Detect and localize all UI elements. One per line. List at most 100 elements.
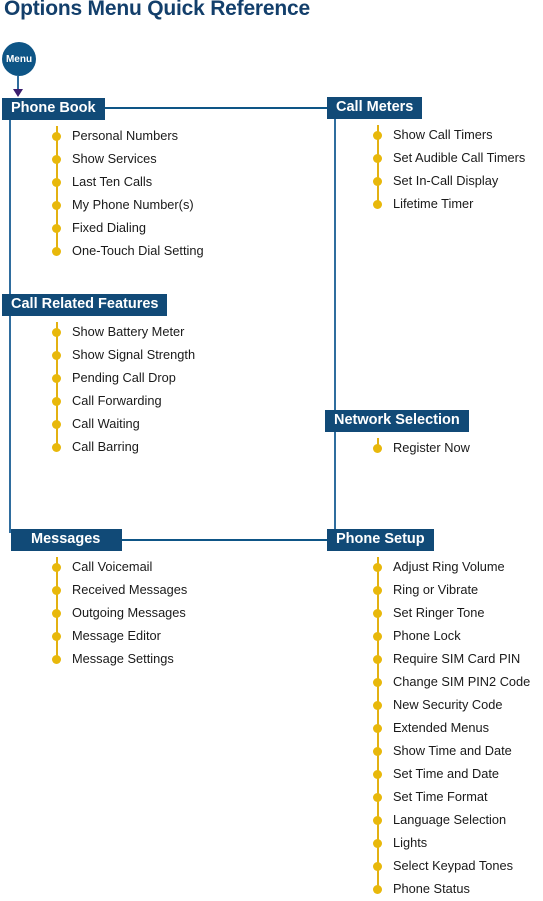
list-item-label: Show Call Timers [393,127,493,142]
list-item-label: Set Time Format [393,789,488,804]
bullet-icon [52,373,61,383]
list-item[interactable]: Received Messages [52,578,188,601]
bullet-icon [373,199,382,209]
section-phone-book: Phone Book Personal Numbers Show Service… [2,98,204,262]
list-item[interactable]: Call Barring [52,435,195,458]
list-item-label: Received Messages [72,582,188,597]
list-item[interactable]: Require SIM Card PIN [373,647,530,670]
list-item[interactable]: Call Waiting [52,412,195,435]
section-header-call-related-features[interactable]: Call Related Features [2,294,168,316]
bullet-icon [373,815,382,825]
list-item-label: Outgoing Messages [72,605,186,620]
list-item[interactable]: Message Editor [52,624,187,647]
list-item-label: Show Signal Strength [72,347,196,362]
list-item[interactable]: Show Call Timers [373,123,525,146]
bullet-icon [52,396,61,406]
list-item[interactable]: Lifetime Timer [373,192,525,215]
list-item-label: My Phone Number(s) [72,197,194,212]
bullet-icon [373,861,382,871]
list-item[interactable]: Lights [373,831,530,854]
list-item[interactable]: My Phone Number(s) [52,193,204,216]
bullet-icon [373,608,382,618]
list-item-label: Set In-Call Display [393,173,499,188]
list-item-label: Ring or Vibrate [393,582,479,597]
list-item-label: Lifetime Timer [393,196,474,211]
list-item[interactable]: Show Battery Meter [52,320,195,343]
item-list-network-selection: Register Now [373,436,470,459]
list-item[interactable]: Register Now [373,436,470,459]
list-item[interactable]: Set Time and Date [373,762,530,785]
list-item-label: Personal Numbers [72,128,178,143]
list-item-label: Language Selection [393,812,507,827]
list-item[interactable]: Phone Status [373,877,530,900]
list-item-label: Lights [393,835,428,850]
list-item-label: Set Audible Call Timers [393,150,526,165]
list-item[interactable]: Set Time Format [373,785,530,808]
bullet-icon [373,176,382,186]
list-item[interactable]: Adjust Ring Volume [373,555,530,578]
list-item[interactable]: Message Settings [52,647,187,670]
list-item-label: Adjust Ring Volume [393,559,505,574]
bullet-icon [373,585,382,595]
bullet-icon [373,153,382,163]
item-list-call-related-features: Show Battery Meter Show Signal Strength … [52,320,196,458]
list-item-label: Call Forwarding [72,393,162,408]
item-list-phone-book: Personal Numbers Show Services Last Ten … [52,124,204,262]
section-messages: Messages Call Voicemail Received Message… [11,529,187,670]
bullet-icon [52,223,61,233]
list-item-label: Call Barring [72,439,139,454]
section-phone-setup: Phone Setup Adjust Ring Volume Ring or V… [327,529,530,900]
list-item[interactable]: New Security Code [373,693,530,716]
section-call-related-features: Call Related Features Show Battery Meter… [2,294,195,458]
bullet-icon [373,130,382,140]
list-item[interactable]: Personal Numbers [52,124,204,147]
list-item[interactable]: Ring or Vibrate [373,578,530,601]
section-header-phone-book[interactable]: Phone Book [2,98,105,120]
list-item-label: Select Keypad Tones [393,858,513,873]
list-item-label: Call Waiting [72,416,140,431]
list-item-label: Phone Status [393,881,470,896]
section-header-messages[interactable]: Messages [11,529,123,551]
list-item[interactable]: Select Keypad Tones [373,854,530,877]
list-item[interactable]: Last Ten Calls [52,170,204,193]
bullet-icon [52,327,61,337]
list-item[interactable]: Show Time and Date [373,739,530,762]
section-header-call-meters[interactable]: Call Meters [327,97,423,119]
list-item-label: New Security Code [393,697,503,712]
list-item-label: Set Ringer Tone [393,605,485,620]
list-item[interactable]: Change SIM PIN2 Code [373,670,530,693]
list-item[interactable]: Pending Call Drop [52,366,195,389]
menu-root-arrow-head-icon [13,89,23,97]
list-item[interactable]: Fixed Dialing [52,216,204,239]
list-item[interactable]: Show Services [52,147,204,170]
menu-root-node[interactable]: Menu [2,42,36,76]
list-item[interactable]: Language Selection [373,808,530,831]
item-list-messages: Call Voicemail Received Messages Outgoin… [52,555,188,670]
list-item[interactable]: Show Signal Strength [52,343,196,366]
list-item[interactable]: Call Forwarding [52,389,195,412]
bullet-icon [52,131,61,141]
list-item[interactable]: Set Ringer Tone [373,601,530,624]
list-item[interactable]: Phone Lock [373,624,530,647]
section-header-phone-setup[interactable]: Phone Setup [327,529,434,551]
list-item-label: Last Ten Calls [72,174,153,189]
bullet-icon [373,838,382,848]
list-item[interactable]: One-Touch Dial Setting [52,239,204,262]
bullet-icon [373,700,382,710]
list-item[interactable]: Extended Menus [373,716,530,739]
bullet-icon [373,443,382,453]
list-item-label: Call Voicemail [72,559,153,574]
bullet-icon [373,654,382,664]
bullet-icon [52,442,61,452]
list-item[interactable]: Set In-Call Display [373,169,525,192]
bullet-icon [52,654,61,664]
section-header-network-selection[interactable]: Network Selection [325,410,469,432]
list-item[interactable]: Outgoing Messages [52,601,187,624]
bullet-icon [373,746,382,756]
list-item-label: Pending Call Drop [72,370,176,385]
bullet-icon [373,677,382,687]
list-item[interactable]: Call Voicemail [52,555,187,578]
list-item-label: Show Time and Date [393,743,512,758]
list-item[interactable]: Set Audible Call Timers [373,146,526,169]
bullet-icon [373,769,382,779]
